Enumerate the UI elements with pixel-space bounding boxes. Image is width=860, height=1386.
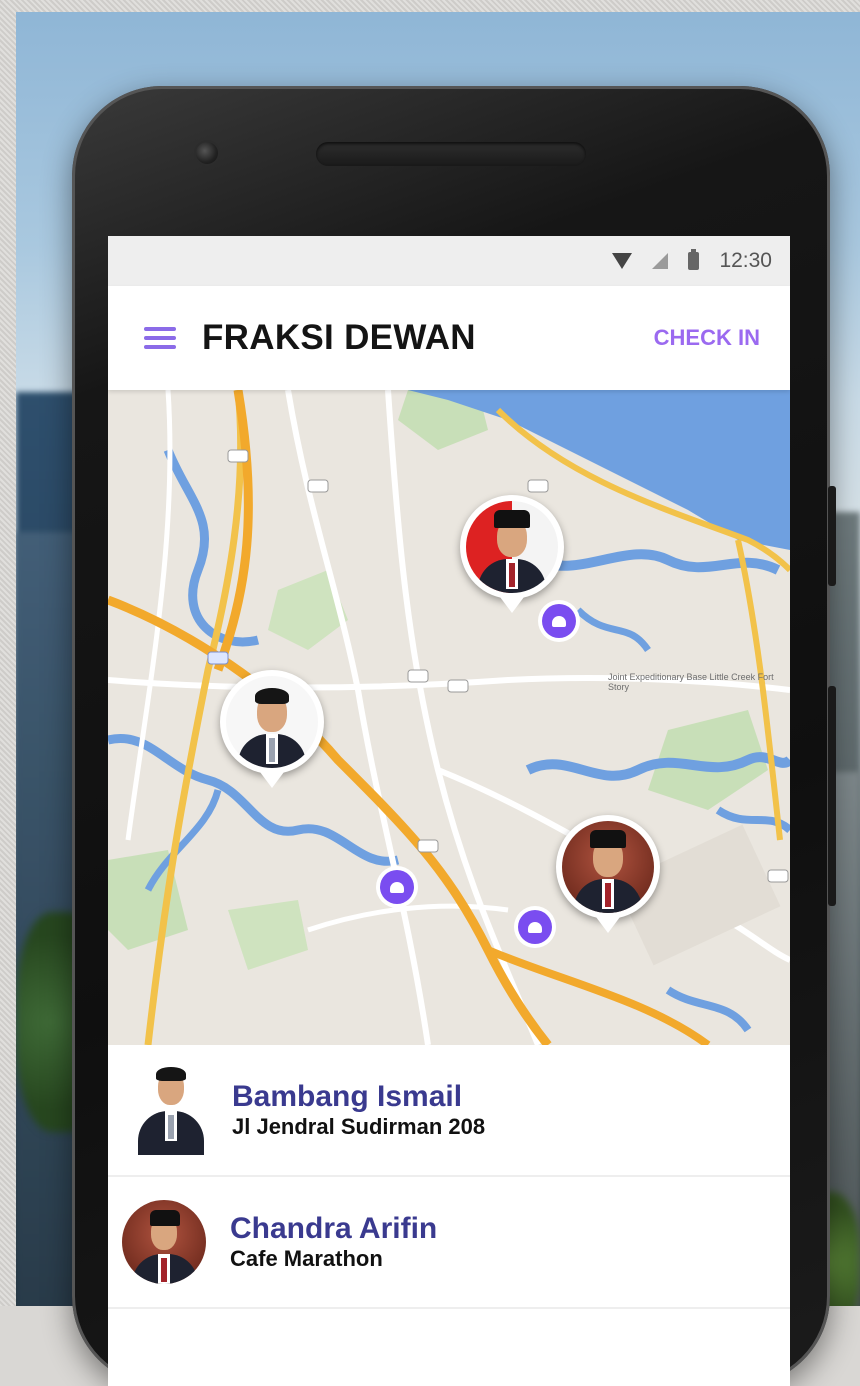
place-marker-icon[interactable]: [542, 604, 576, 638]
list-item[interactable]: Bambang Ismail Jl Jendral Sudirman 208: [108, 1045, 790, 1177]
person-photo: [466, 501, 558, 593]
map-canvas: [108, 390, 790, 1045]
map-label: Joint Expeditionary Base Little Creek Fo…: [608, 672, 774, 692]
map-pin-bambang-ismail[interactable]: [220, 670, 324, 788]
status-time: 12:30: [719, 249, 772, 272]
person-info: Bambang Ismail Jl Jendral Sudirman 208: [232, 1080, 485, 1140]
person-location: Jl Jendral Sudirman 208: [232, 1114, 486, 1139]
volume-button: [828, 686, 836, 906]
map-pin-person[interactable]: [460, 495, 564, 613]
map-view[interactable]: Joint Expeditionary Base Little Creek Fo…: [108, 390, 790, 1045]
avatar: [132, 1065, 208, 1155]
camera-icon: [196, 142, 218, 164]
wifi-icon: [612, 253, 633, 269]
power-button: [828, 486, 836, 586]
menu-icon[interactable]: [144, 327, 176, 349]
place-marker-icon[interactable]: [380, 870, 414, 904]
person-info: Chandra Arifin Cafe Marathon: [230, 1212, 437, 1272]
person-photo: [226, 676, 318, 768]
app-bar: FRAKSI DEWAN CHECK IN: [108, 286, 790, 390]
place-marker-icon[interactable]: [518, 910, 552, 944]
avatar: [122, 1200, 206, 1284]
person-name: Bambang Ismail: [232, 1080, 463, 1113]
check-in-button[interactable]: CHECK IN: [654, 325, 760, 351]
phone-screen: 12:30 FRAKSI DEWAN CHECK IN Joint Expedi…: [108, 236, 790, 1386]
people-list: Bambang Ismail Jl Jendral Sudirman 208 C…: [108, 1045, 790, 1309]
person-photo: [562, 821, 654, 913]
speaker-grille: [316, 142, 586, 166]
app-title: FRAKSI DEWAN: [202, 318, 476, 357]
phone-device: 12:30 FRAKSI DEWAN CHECK IN Joint Expedi…: [72, 86, 836, 1386]
status-bar: 12:30: [108, 236, 790, 286]
person-name: Chandra Arifin: [230, 1212, 438, 1245]
list-item[interactable]: Chandra Arifin Cafe Marathon: [108, 1177, 790, 1309]
person-location: Cafe Marathon: [230, 1246, 383, 1271]
battery-icon: [688, 249, 700, 270]
signal-icon: [652, 253, 669, 269]
map-pin-chandra-arifin[interactable]: [556, 815, 660, 933]
